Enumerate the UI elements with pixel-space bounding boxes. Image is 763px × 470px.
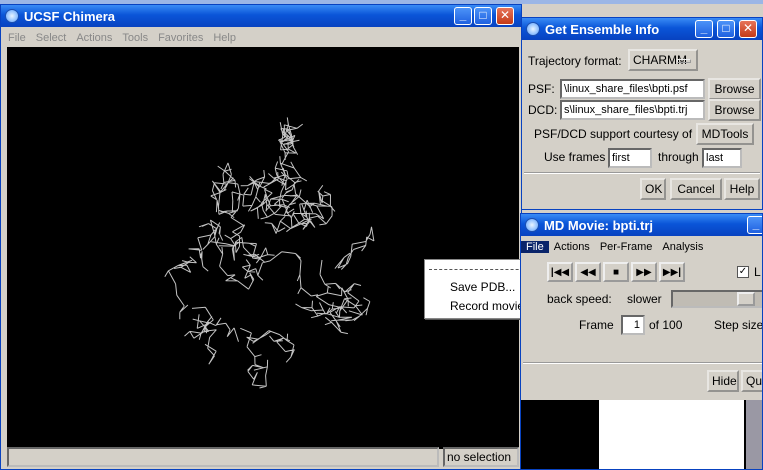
molecule-structure <box>164 117 375 389</box>
use-frames-label: Use frames <box>544 150 606 164</box>
loop-label: L <box>754 265 761 279</box>
menu-actions[interactable]: Actions <box>71 32 117 44</box>
through-label: through <box>658 150 699 164</box>
skip-start-icon[interactable]: |◀◀ <box>547 262 573 282</box>
frame-total: of 100 <box>649 318 683 332</box>
md-movie-app-icon <box>525 218 539 232</box>
speed-value: slower <box>627 292 662 306</box>
chimera-title: UCSF Chimera <box>24 8 116 24</box>
cancel-button[interactable]: Cancel <box>670 178 722 200</box>
md-menu-file[interactable]: File <box>521 241 549 253</box>
loop-checkbox[interactable]: ✓ <box>737 266 749 278</box>
speed-label: back speed: <box>547 292 612 306</box>
first-frame-field[interactable]: first <box>608 148 652 168</box>
ensemble-title: Get Ensemble Info <box>545 21 660 37</box>
last-frame-field[interactable]: last <box>702 148 742 168</box>
md-movie-titlebar[interactable]: MD Movie: bpti.trj _ <box>521 214 762 236</box>
traj-format-label: Trajectory format: <box>528 54 622 68</box>
dcd-path-field[interactable]: s\linux_share_files\bpti.trj <box>560 100 705 120</box>
command-line[interactable] <box>7 447 439 467</box>
gray-strip <box>746 400 762 469</box>
courtesy-label: PSF/DCD support courtesy of <box>534 127 693 141</box>
ensemble-close-button[interactable]: ✕ <box>739 20 757 38</box>
chimera-titlebar[interactable]: UCSF Chimera _ □ ✕ <box>1 5 521 27</box>
md-menu-analysis[interactable]: Analysis <box>657 241 708 253</box>
menu-help[interactable]: Help <box>208 32 241 44</box>
md-movie-title: MD Movie: bpti.trj <box>544 217 654 233</box>
frame-field[interactable]: 1 <box>621 315 645 335</box>
psf-browse-button[interactable]: Browse <box>708 78 761 100</box>
step-size-label: Step size <box>714 318 763 332</box>
md-movie-window: MD Movie: bpti.trj _ File Actions Per-Fr… <box>520 213 763 470</box>
frame-label: Frame <box>579 318 614 332</box>
chimera-app-icon <box>5 9 19 23</box>
psf-path-field[interactable]: \linux_share_files\bpti.psf <box>560 79 705 99</box>
md-menu-actions[interactable]: Actions <box>549 241 595 253</box>
stop-icon[interactable]: ■ <box>603 262 629 282</box>
chimera-window: UCSF Chimera _ □ ✕ File Select Actions T… <box>0 4 522 470</box>
dcd-label: DCD: <box>528 103 558 117</box>
md-movie-minimize-button[interactable]: _ <box>747 216 762 234</box>
ensemble-app-icon <box>526 22 540 36</box>
button-divider <box>524 172 760 174</box>
ok-button[interactable]: OK <box>640 178 666 200</box>
md-button-divider <box>523 362 762 364</box>
menu-item-save-pdb[interactable]: Save PDB... <box>450 280 515 294</box>
traj-format-menubutton[interactable]: CHARMM <box>628 49 698 71</box>
ensemble-maximize-button[interactable]: □ <box>717 20 735 38</box>
minimize-button[interactable]: _ <box>454 7 472 25</box>
psf-label: PSF: <box>528 82 555 96</box>
menubutton-indicator-icon <box>677 59 691 63</box>
maximize-button[interactable]: □ <box>474 7 492 25</box>
menu-favorites[interactable]: Favorites <box>153 32 208 44</box>
ensemble-window: Get Ensemble Info _ □ ✕ Trajectory forma… <box>521 17 763 210</box>
mdtools-button[interactable]: MDTools <box>696 123 754 145</box>
md-menu-per-frame[interactable]: Per-Frame <box>595 241 658 253</box>
close-button[interactable]: ✕ <box>496 7 514 25</box>
menu-tools[interactable]: Tools <box>117 32 153 44</box>
ensemble-titlebar[interactable]: Get Ensemble Info _ □ ✕ <box>522 18 762 40</box>
background-area <box>521 400 762 469</box>
molecule-bonds <box>164 117 375 389</box>
dcd-browse-button[interactable]: Browse <box>708 99 761 121</box>
white-document <box>599 400 744 469</box>
speed-slider-handle[interactable] <box>737 292 755 306</box>
menu-file[interactable]: File <box>3 32 31 44</box>
quit-button[interactable]: Qu <box>741 370 762 392</box>
status-label: no selection <box>443 447 519 467</box>
graphics-viewport[interactable] <box>7 47 519 449</box>
step-forward-icon[interactable]: ▶▶ <box>631 262 657 282</box>
md-movie-menubar: File Actions Per-Frame Analysis <box>521 238 708 256</box>
ensemble-minimize-button[interactable]: _ <box>695 20 713 38</box>
skip-end-icon[interactable]: ▶▶| <box>659 262 685 282</box>
help-button[interactable]: Help <box>724 178 760 200</box>
speed-slider[interactable] <box>671 290 762 308</box>
menu-select[interactable]: Select <box>31 32 72 44</box>
playback-controls: |◀◀ ◀◀ ■ ▶▶ ▶▶| <box>547 262 685 282</box>
step-back-icon[interactable]: ◀◀ <box>575 262 601 282</box>
hide-button[interactable]: Hide <box>707 370 739 392</box>
chimera-menubar: File Select Actions Tools Favorites Help <box>3 29 241 47</box>
